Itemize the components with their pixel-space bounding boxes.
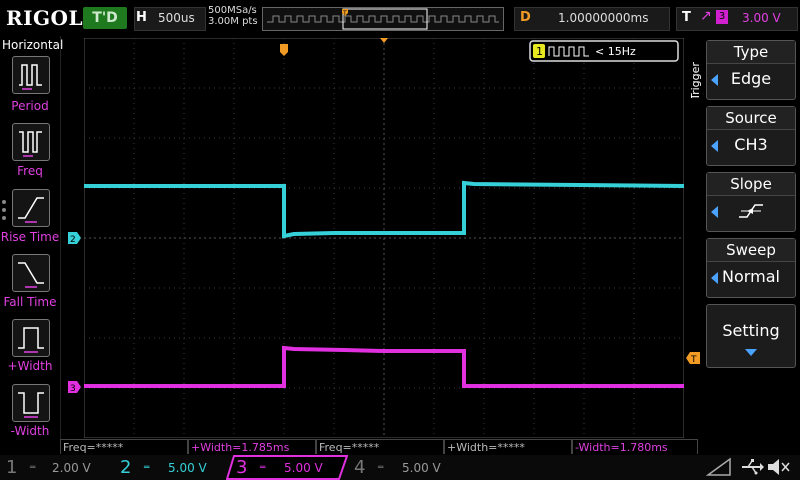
channel-1-scale: 2.00 V — [52, 461, 91, 475]
measurement-5[interactable]: -Width=1.780ms — [572, 439, 698, 454]
trigger-sweep-button[interactable]: Sweep Normal — [706, 238, 796, 298]
overview-waveform-icon: T — [267, 8, 499, 30]
trigger-status-label: T — [682, 10, 691, 25]
trigger-level-value: 3.00 V — [742, 11, 781, 25]
channel-2-scale: 5.00 V — [168, 461, 207, 475]
rising-edge-icon: ↗ — [700, 8, 712, 24]
trigger-sweep-value: Normal — [722, 267, 780, 286]
chevron-down-icon — [745, 349, 757, 356]
trigger-channel-badge: 3 — [716, 10, 728, 24]
measure-frequency-label: Freq — [17, 164, 43, 178]
measurement-1[interactable]: Freq=***** — [60, 439, 188, 454]
channel-3-status[interactable]: 3 ═ 5.00 V — [232, 455, 344, 480]
menu-page-dot — [2, 200, 6, 204]
run-state-badge[interactable]: T'D — [83, 7, 127, 29]
channel-2-marker-label: 2 — [70, 235, 76, 244]
trigger-source-label: Source — [707, 107, 795, 130]
svg-text:T: T — [342, 10, 347, 17]
fall-time-icon — [18, 262, 44, 288]
sample-rate: 500MSa/s — [208, 5, 257, 16]
measure-rise-time-label: Rise Time — [0, 230, 60, 244]
trigger-menu-title: Trigger — [689, 62, 702, 98]
trigger-type-value: Edge — [730, 69, 772, 88]
rise-time-icon — [18, 197, 44, 223]
measurement-2[interactable]: +Width=1.785ms — [188, 439, 316, 454]
measure-negative-width-button[interactable] — [12, 384, 50, 422]
trigger-setting-label: Setting — [722, 321, 780, 340]
measure-frequency-button[interactable] — [12, 123, 50, 161]
timebase-value: 500us — [158, 11, 195, 25]
waveform-display[interactable]: 1 < 15Hz — [84, 38, 684, 438]
trigger-level-marker-label: T — [690, 355, 697, 364]
trigger-type-label: Type — [707, 41, 795, 64]
waveform-overview[interactable]: T — [262, 7, 504, 31]
channel-3-marker-label: 3 — [70, 384, 76, 393]
delay-label: D — [520, 10, 531, 25]
trigger-source-value: CH3 — [734, 135, 768, 154]
measure-negative-width-label: -Width — [10, 424, 50, 438]
dc-coupling-icon: ═ — [144, 463, 150, 473]
dc-coupling-icon: ═ — [30, 463, 36, 473]
measure-fall-time-label: Fall Time — [3, 295, 57, 309]
acquisition-info: 500MSa/s 3.00M pts — [208, 5, 258, 27]
menu-page-dot — [2, 208, 6, 212]
channel-3-number: 3 — [236, 457, 248, 478]
measure-period-label: Period — [11, 99, 49, 113]
measurement-4[interactable]: +Width=***** — [444, 439, 572, 454]
negative-width-icon — [18, 392, 44, 418]
channel-2-number: 2 — [120, 457, 132, 478]
frequency-counter-value: < 15Hz — [595, 45, 636, 58]
channel-3-offset-marker[interactable]: 3 — [68, 381, 82, 393]
measure-period-button[interactable] — [12, 56, 50, 94]
timebase-label: H — [136, 10, 147, 25]
frequency-counter[interactable]: 1 < 15Hz — [529, 40, 679, 62]
dc-coupling-icon: ═ — [260, 463, 266, 473]
measure-positive-width-label: +Width — [7, 359, 53, 373]
period-icon — [19, 64, 42, 90]
positive-width-icon — [18, 327, 44, 353]
trigger-slope-label: Slope — [707, 173, 795, 196]
frequency-counter-channel: 1 — [536, 45, 543, 58]
channel-1-number: 1 — [6, 457, 18, 478]
trigger-setting-button[interactable]: Setting — [706, 304, 796, 368]
measure-rise-time-button[interactable] — [12, 189, 50, 227]
trigger-sweep-label: Sweep — [707, 239, 795, 262]
trigger-menu-title-text: Trigger — [689, 62, 702, 98]
frequency-icon — [19, 131, 42, 157]
speaker-mute-icon[interactable] — [766, 457, 792, 477]
channel-4-scale: 5.00 V — [402, 461, 441, 475]
channel-4-status[interactable]: 4 ═ 5.00 V — [352, 455, 464, 480]
left-arrow-icon — [711, 206, 718, 218]
trigger-level-marker[interactable]: T — [686, 352, 700, 364]
measurement-3[interactable]: Freq=***** — [316, 439, 444, 454]
dc-coupling-icon: ═ — [378, 463, 384, 473]
channel-2-status[interactable]: 2 ═ 5.00 V — [116, 455, 228, 480]
measure-menu-title: Horizontal — [2, 38, 64, 52]
menu-arrow-icon[interactable] — [706, 457, 732, 477]
channel-3-scale: 5.00 V — [284, 461, 323, 475]
trigger-source-button[interactable]: Source CH3 — [706, 106, 796, 166]
memory-depth: 3.00M pts — [208, 16, 258, 27]
usb-icon — [742, 459, 764, 475]
menu-page-dot — [2, 216, 6, 220]
brand-logo: RIGOL — [6, 6, 84, 30]
trigger-type-button[interactable]: Type Edge — [706, 40, 796, 100]
delay-value: 1.00000000ms — [558, 11, 649, 25]
channel-4-number: 4 — [354, 457, 366, 478]
measure-fall-time-button[interactable] — [12, 254, 50, 292]
channel-2-offset-marker[interactable]: 2 — [68, 232, 82, 244]
measure-positive-width-button[interactable] — [12, 319, 50, 357]
channel-1-status[interactable]: 1 ═ 2.00 V — [0, 455, 112, 480]
rising-edge-slope-icon — [739, 204, 763, 218]
trigger-slope-button[interactable]: Slope — [706, 172, 796, 232]
